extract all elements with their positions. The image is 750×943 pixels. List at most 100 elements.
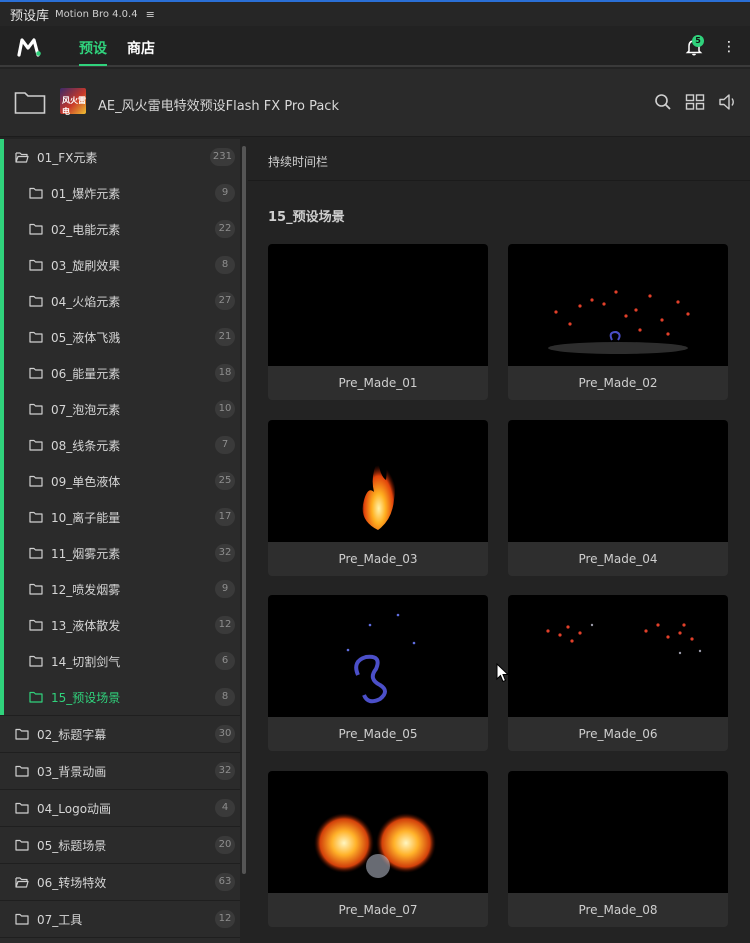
sidebar-item[interactable]: 10_离子能量 17 xyxy=(0,499,240,535)
preset-name: Pre_Made_03 xyxy=(338,552,418,566)
folder-icon xyxy=(15,728,29,740)
sidebar-item-count: 18 xyxy=(215,364,235,382)
sidebar-item-label: 08_线条元素 xyxy=(51,439,121,453)
preset-card[interactable]: Pre_Made_02 xyxy=(508,244,728,400)
sidebar-item[interactable]: 04_火焰元素 27 xyxy=(0,283,240,319)
preset-card[interactable]: Pre_Made_04 xyxy=(508,420,728,576)
sidebar-item-count: 21 xyxy=(215,328,235,346)
folder-icon xyxy=(29,295,43,307)
preset-card[interactable]: Pre_Made_01 xyxy=(268,244,488,400)
preset-card[interactable]: Pre_Made_05 xyxy=(268,595,488,751)
preset-card[interactable]: Pre_Made_06 xyxy=(508,595,728,751)
sidebar-item[interactable]: 15_预设场景 8 xyxy=(0,679,240,715)
sidebar-item-count: 10 xyxy=(215,400,235,418)
title-bar: 预设库 Motion Bro 4.0.4 ≡ xyxy=(0,2,750,26)
sidebar-item[interactable]: 05_液体飞溅 21 xyxy=(0,319,240,355)
sidebar-item-label: 01_FX元素 xyxy=(37,151,98,165)
sidebar-item[interactable]: 05_标题场景 20 xyxy=(0,827,240,863)
sidebar-item[interactable]: 02_标题字幕 30 xyxy=(0,716,240,752)
preset-preview xyxy=(508,595,728,717)
sidebar-item-label: 06_转场特效 xyxy=(37,876,107,890)
sidebar-item[interactable]: 06_能量元素 18 xyxy=(0,355,240,391)
sidebar-item-label: 01_爆炸元素 xyxy=(51,187,121,201)
sidebar-item[interactable]: 11_烟雾元素 32 xyxy=(0,535,240,571)
preset-preview xyxy=(508,771,728,893)
pack-thumbnail-text: 风火雷电 xyxy=(62,96,86,116)
preset-preview xyxy=(268,595,488,717)
preset-card[interactable]: Pre_Made_08 xyxy=(508,771,728,927)
sidebar-item[interactable]: 01_爆炸元素 9 xyxy=(0,175,240,211)
sidebar-scrollbar[interactable] xyxy=(242,146,246,874)
sidebar-item[interactable]: 01_FX元素 231 xyxy=(0,139,240,175)
preset-preview xyxy=(508,420,728,542)
pack-thumbnail: 风火雷电 xyxy=(60,88,86,116)
sidebar-item[interactable]: 13_液体散发 12 xyxy=(0,607,240,643)
sidebar-item-count: 9 xyxy=(215,184,235,202)
folder-icon xyxy=(29,511,43,523)
sidebar-item-count: 27 xyxy=(215,292,235,310)
app-title: 预设库 xyxy=(10,8,50,24)
search-icon[interactable] xyxy=(653,92,673,112)
sidebar-item-count: 6 xyxy=(215,652,235,670)
sidebar-item-label: 03_旋刷效果 xyxy=(51,259,121,273)
folder-icon xyxy=(29,331,43,343)
folder-icon xyxy=(29,619,43,631)
sidebar-item-count: 7 xyxy=(215,436,235,454)
folder-icon[interactable] xyxy=(14,89,46,115)
sidebar-item-label: 07_工具 xyxy=(37,913,83,927)
preset-content: 持续时间栏 15_预设场景 Pre_Made_01 Pre_Made_02 Pre_… xyxy=(248,139,750,943)
active-group-indicator xyxy=(0,139,4,715)
sidebar-item[interactable]: 08_线条元素 7 xyxy=(0,427,240,463)
preset-name: Pre_Made_04 xyxy=(578,552,658,566)
sidebar-item[interactable]: 14_切割剑气 6 xyxy=(0,643,240,679)
folder-icon xyxy=(29,223,43,235)
volume-icon[interactable] xyxy=(718,92,738,112)
folder-icon xyxy=(29,691,43,703)
folder-icon xyxy=(15,765,29,777)
motion-bro-logo-icon xyxy=(17,38,41,57)
tab-presets[interactable]: 预设 xyxy=(79,38,107,66)
preset-card[interactable]: Pre_Made_07 xyxy=(268,771,488,927)
sidebar-item-label: 11_烟雾元素 xyxy=(51,547,121,561)
sidebar-item-label: 14_切割剑气 xyxy=(51,655,121,669)
sidebar-item[interactable]: 03_背景动画 32 xyxy=(0,753,240,789)
tab-store[interactable]: 商店 xyxy=(127,38,155,58)
panel-menu-icon[interactable]: ≡ xyxy=(146,8,155,21)
sidebar-item-label: 13_液体散发 xyxy=(51,619,121,633)
sidebar-item[interactable]: 06_转场特效 63 xyxy=(0,864,240,900)
sidebar-item[interactable]: 04_Logo动画 4 xyxy=(0,790,240,826)
sidebar-item[interactable]: 03_旋刷效果 8 xyxy=(0,247,240,283)
sidebar-item-label: 04_火焰元素 xyxy=(51,295,121,309)
sidebar-item[interactable]: 09_单色液体 25 xyxy=(0,463,240,499)
sidebar-item[interactable]: 02_电能元素 22 xyxy=(0,211,240,247)
sidebar-item-count: 8 xyxy=(215,256,235,274)
sidebar-item-count: 8 xyxy=(215,688,235,706)
folder-icon xyxy=(15,839,29,851)
category-sidebar: 01_FX元素 231 01_爆炸元素 9 02_电能元素 22 03_旋刷效果 8 04_火焰… xyxy=(0,139,240,943)
sidebar-item-label: 06_能量元素 xyxy=(51,367,121,381)
app-version: Motion Bro 4.0.4 xyxy=(55,8,138,20)
sidebar-divider xyxy=(0,937,240,938)
sidebar-item[interactable]: 12_喷发烟雾 9 xyxy=(0,571,240,607)
preset-name: Pre_Made_06 xyxy=(578,727,658,741)
sidebar-item-label: 02_电能元素 xyxy=(51,223,121,237)
sidebar-item-count: 17 xyxy=(215,508,235,526)
sidebar-item-label: 02_标题字幕 xyxy=(37,728,107,742)
preset-name: Pre_Made_05 xyxy=(338,727,418,741)
sidebar-item-label: 09_单色液体 xyxy=(51,475,121,489)
preset-preview xyxy=(268,244,488,366)
sidebar-item-count: 63 xyxy=(215,873,235,891)
duration-bar-label[interactable]: 持续时间栏 xyxy=(268,153,328,170)
preset-name: Pre_Made_02 xyxy=(578,376,658,390)
sidebar-item-count: 9 xyxy=(215,580,235,598)
mouse-cursor-icon xyxy=(496,663,510,683)
notification-badge: 5 xyxy=(692,35,704,47)
sidebar-item[interactable]: 07_泡泡元素 10 xyxy=(0,391,240,427)
preset-name: Pre_Made_01 xyxy=(338,376,418,390)
grid-view-icon[interactable] xyxy=(685,92,705,112)
more-icon[interactable]: ⋮ xyxy=(722,38,736,56)
sidebar-item[interactable]: 07_工具 12 xyxy=(0,901,240,937)
divider xyxy=(248,180,750,181)
preset-card[interactable]: Pre_Made_03 xyxy=(268,420,488,576)
sidebar-item-label: 05_标题场景 xyxy=(37,839,107,853)
